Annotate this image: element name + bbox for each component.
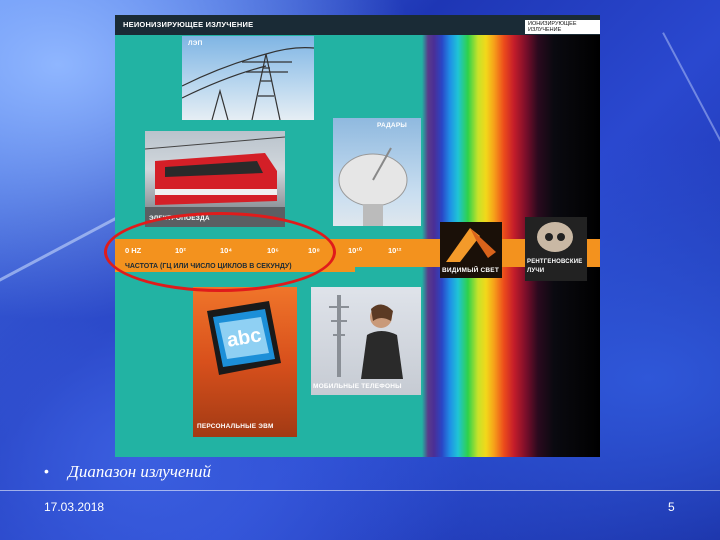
bullet-text: Диапазон излучений [68, 462, 211, 481]
computers-caption: ПЕРСОНАЛЬНЫЕ ЭВМ [197, 423, 274, 430]
slide-page-number: 5 [668, 500, 675, 514]
frequency-tick: 10¹² [388, 246, 402, 255]
light-beam-icon [446, 228, 496, 262]
ionizing-label: ИОНИЗИРУЮЩЕЕ ИЗЛУЧЕНИЕ [525, 20, 600, 34]
visible-light-caption: ВИДИМЫЙ СВЕТ [442, 267, 500, 274]
radar-photo: РАДАРЫ [333, 118, 421, 226]
person-phone-icon [329, 295, 403, 379]
figure-header-title: НЕИОНИЗИРУЮЩЕЕ ИЗЛУЧЕНИЕ [123, 20, 254, 29]
bullet-icon: • [44, 463, 49, 479]
mobile-caption: МОБИЛЬНЫЕ ТЕЛЕФОНЫ [313, 383, 402, 390]
power-tower-icon [182, 47, 314, 120]
figure-header: НЕИОНИЗИРУЮЩЕЕ ИЗЛУЧЕНИЕ ИОНИЗИРУЮЩЕЕ ИЗ… [115, 15, 600, 35]
power-lines-photo: ЛЭП [182, 36, 314, 120]
xray-caption-line2: ЛУЧИ [527, 268, 545, 274]
xray-photo: РЕНТГЕНОВСКИЕ ЛУЧИ [525, 217, 587, 281]
computer-photo: abc ПЕРСОНАЛЬНЫЕ ЭВМ [193, 287, 297, 437]
power-lines-caption: ЛЭП [188, 40, 203, 47]
xray-caption-line1: РЕНТГЕНОВСКИЕ [527, 259, 583, 265]
radar-dish-icon [338, 147, 408, 226]
mobile-phone-photo: МОБИЛЬНЫЕ ТЕЛЕФОНЫ [311, 287, 421, 395]
footer-divider [0, 490, 720, 491]
frequency-tick: 10¹⁰ [348, 246, 362, 255]
visible-light-photo: ВИДИМЫЙ СВЕТ [440, 222, 502, 278]
skull-icon [537, 222, 573, 252]
highlight-ellipse [104, 212, 336, 292]
slide-date: 17.03.2018 [44, 500, 105, 514]
radars-caption: РАДАРЫ [377, 122, 407, 129]
